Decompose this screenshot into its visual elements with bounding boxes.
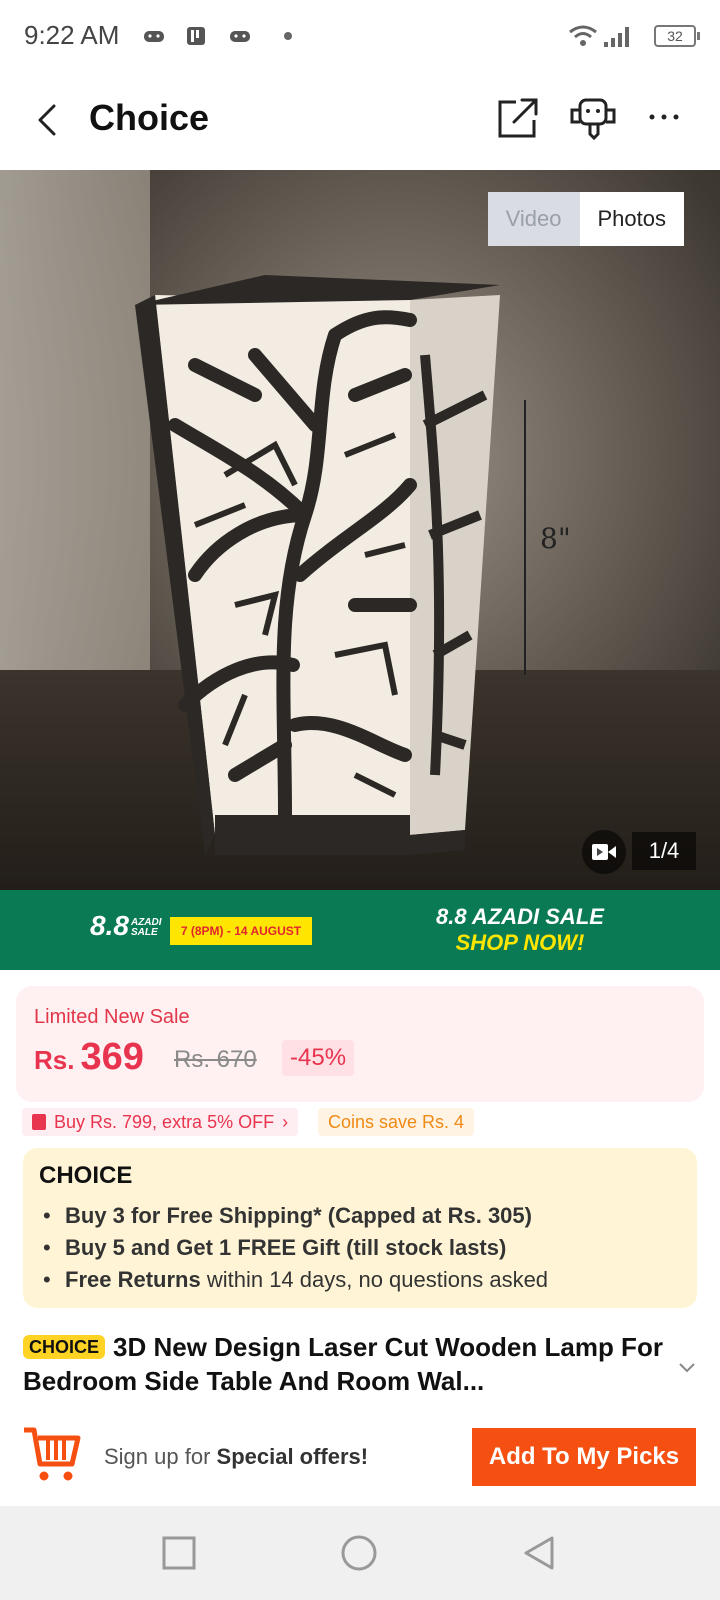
system-navigation-bar: [0, 1506, 720, 1600]
notification-dot-icon: [284, 32, 292, 40]
product-title-text: 3D New Design Laser Cut Wooden Lamp For …: [23, 1332, 663, 1396]
dimension-label: 8": [540, 522, 571, 555]
signup-offer: Special offers!: [216, 1444, 369, 1469]
shop-now-link[interactable]: SHOP NOW!: [400, 930, 640, 956]
coins-promo[interactable]: Coins save Rs. 4: [318, 1108, 475, 1136]
benefit-item: • Buy 3 for Free Shipping* (Capped at Rs.…: [43, 1200, 683, 1232]
image-counter: 1/4: [632, 832, 696, 870]
battery-icon: 32: [654, 25, 700, 47]
signal-icon: [602, 24, 634, 48]
chevron-down-icon[interactable]: [676, 1356, 698, 1378]
media-type-toggle: Video Photos: [487, 192, 684, 246]
benefit-item: • Buy 5 and Get 1 FREE Gift (till stock l…: [43, 1232, 683, 1264]
chevron-right-icon: ›: [282, 1112, 289, 1132]
original-price: Rs. 670: [174, 1046, 257, 1073]
price-card: Limited New Sale Rs. 369 Rs. 670 -45%: [16, 986, 704, 1102]
voucher-promo[interactable]: Buy Rs. 799, extra 5% OFF ›: [22, 1108, 299, 1136]
price-currency: Rs.: [34, 1045, 75, 1075]
cart-icon[interactable]: [20, 1424, 84, 1484]
app-notification-icon: [184, 24, 208, 48]
back-nav-icon[interactable]: [520, 1534, 558, 1572]
status-time: 9:22 AM: [24, 20, 120, 50]
bottom-action-bar: Sign up for Special offers! Add To My Pi…: [0, 1410, 720, 1506]
sale-logo: 8.8 AZADI SALE: [90, 910, 165, 942]
product-image-gallery[interactable]: 8" Video Photos 1/4: [0, 170, 720, 890]
sale-logo-number: 8.8: [90, 910, 129, 941]
sale-label: Limited New Sale: [34, 1006, 190, 1028]
top-navigation-bar: Choice: [0, 72, 720, 170]
video-camera-icon[interactable]: [582, 830, 626, 874]
discount-badge: -45%: [282, 1040, 355, 1076]
sale-banner[interactable]: 8.8 AZADI SALE 7 (8PM) - 14 AUGUST 8.8 AZ…: [0, 890, 720, 970]
gamepad-icon: [228, 24, 252, 48]
wifi-icon: [568, 22, 598, 50]
home-icon[interactable]: [340, 1534, 378, 1572]
tab-photos[interactable]: Photos: [579, 192, 684, 246]
signup-prompt[interactable]: Sign up for Special offers!: [104, 1444, 368, 1470]
share-icon[interactable]: [494, 94, 542, 142]
benefit-text: Buy 5 and Get 1 FREE Gift (till stock la…: [65, 1235, 507, 1260]
product-title: CHOICE 3D New Design Laser Cut Wooden Lam…: [23, 1330, 673, 1398]
price-amount: 369: [80, 1036, 144, 1078]
benefit-item: • Free Returns within 14 days, no questio…: [43, 1267, 549, 1292]
benefit-text: within 14 days, no questions asked: [200, 1267, 549, 1292]
voucher-icon: [32, 1114, 46, 1130]
recent-apps-icon[interactable]: [160, 1534, 198, 1572]
page-title: Choice: [89, 97, 210, 138]
tab-video[interactable]: Video: [487, 192, 580, 246]
choice-logo: CHOICE: [39, 1162, 133, 1189]
benefit-text-bold: Free Returns: [65, 1267, 201, 1292]
choice-benefits[interactable]: CHOICE • Buy 3 for Free Shipping* (Capped…: [23, 1148, 697, 1308]
signup-text: Sign up for: [104, 1444, 217, 1469]
more-options-icon[interactable]: [646, 102, 694, 132]
sale-dates: 7 (8PM) - 14 AUGUST: [170, 917, 312, 945]
benefit-list: • Buy 3 for Free Shipping* (Capped at Rs.…: [43, 1200, 683, 1296]
sale-cta[interactable]: 8.8 AZADI SALE SHOP NOW!: [400, 904, 640, 956]
sale-title: 8.8 AZADI SALE: [436, 904, 604, 929]
voucher-label: Buy Rs. 799, extra 5% OFF: [54, 1112, 275, 1132]
customer-service-icon[interactable]: [568, 94, 616, 142]
status-bar: 9:22 AM 32: [0, 0, 720, 72]
choice-badge: CHOICE: [23, 1335, 106, 1359]
add-to-picks-button[interactable]: Add To My Picks: [472, 1428, 696, 1486]
sale-logo-sub: AZADI SALE: [130, 916, 162, 938]
benefit-text: Buy 3 for Free Shipping* (Capped at Rs. …: [65, 1203, 532, 1228]
current-price: Rs. 369: [34, 1036, 144, 1079]
gamepad-icon: [142, 24, 166, 48]
product-image: [135, 275, 500, 855]
back-arrow-icon[interactable]: [28, 100, 68, 140]
dimension-line: [524, 400, 526, 675]
